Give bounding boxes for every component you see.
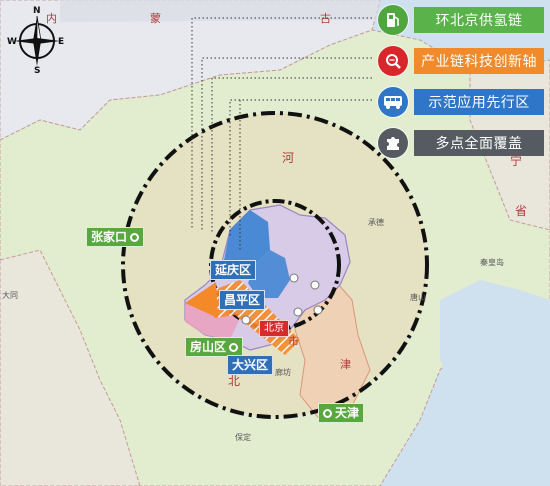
puzzle-icon (378, 128, 408, 158)
fangshan-label: 房山区 (190, 340, 227, 354)
fuel-station-icon (378, 5, 408, 35)
compass-rose-icon: N W E S (7, 6, 64, 74)
changping-tag[interactable]: 昌平区 (219, 290, 266, 310)
hydrogen-station-icon (130, 232, 140, 242)
hydrogen-station-icon (229, 342, 239, 352)
fangshan-tag[interactable]: 房山区 (185, 337, 244, 357)
legend-item-innovation-axis: 产业链科技创新轴 (378, 46, 544, 76)
province-label-shi: 市 (288, 334, 299, 348)
beijing-label: 北京 (264, 323, 284, 334)
place-label-chengde: 承德 (368, 217, 384, 227)
tianjin-tag[interactable]: 天津 (318, 403, 365, 423)
province-label-bei: 北 (228, 374, 240, 388)
map-stage: 内 蒙 古 河 北 宁 省 市 津 大同 承德 唐山 保定 廊坊 秦皇岛 N W… (0, 0, 550, 486)
daxing-label: 大兴区 (232, 358, 269, 372)
legend-label: 示范应用先行区 (414, 89, 544, 115)
legend-item-demo-zone: 示范应用先行区 (378, 87, 544, 117)
tianjin-label: 天津 (335, 406, 360, 420)
compass-s-label: S (34, 66, 40, 74)
beijing-tag[interactable]: 北京 (259, 320, 289, 337)
legend-item-coverage: 多点全面覆盖 (378, 128, 544, 158)
legend-label: 环北京供氢链 (414, 7, 544, 33)
compass-w-label: W (7, 37, 17, 47)
hydrogen-station-icon (323, 408, 332, 418)
province-label-sheng: 省 (515, 204, 527, 218)
yanqing-tag[interactable]: 延庆区 (210, 260, 257, 280)
province-label-gu: 古 (320, 12, 331, 25)
province-label-he: 河 (282, 151, 294, 165)
place-label-baoding: 保定 (235, 432, 251, 442)
northern-strip (60, 0, 380, 22)
province-label-meng: 蒙 (150, 12, 161, 25)
legend-item-hydrogen-supply: 环北京供氢链 (378, 5, 544, 35)
legend-label: 产业链科技创新轴 (414, 48, 544, 74)
place-label-datong: 大同 (2, 290, 18, 300)
province-label-jin: 津 (340, 358, 351, 371)
compass-n-label: N (33, 6, 41, 16)
zhangjiakou-tag[interactable]: 张家口 (86, 227, 145, 247)
magnifier-icon (378, 46, 408, 76)
yanqing-label: 延庆区 (215, 263, 252, 277)
daxing-tag[interactable]: 大兴区 (227, 355, 274, 375)
place-label-qinhuangdao: 秦皇岛 (480, 257, 504, 267)
bus-icon (378, 87, 408, 117)
changping-label: 昌平区 (224, 293, 261, 307)
legend-label: 多点全面覆盖 (414, 130, 544, 156)
zhangjiakou-label: 张家口 (91, 230, 128, 244)
compass-e-label: E (58, 37, 64, 47)
place-label-tangshan: 唐山 (410, 292, 426, 302)
place-label-langfang: 廊坊 (275, 367, 291, 377)
